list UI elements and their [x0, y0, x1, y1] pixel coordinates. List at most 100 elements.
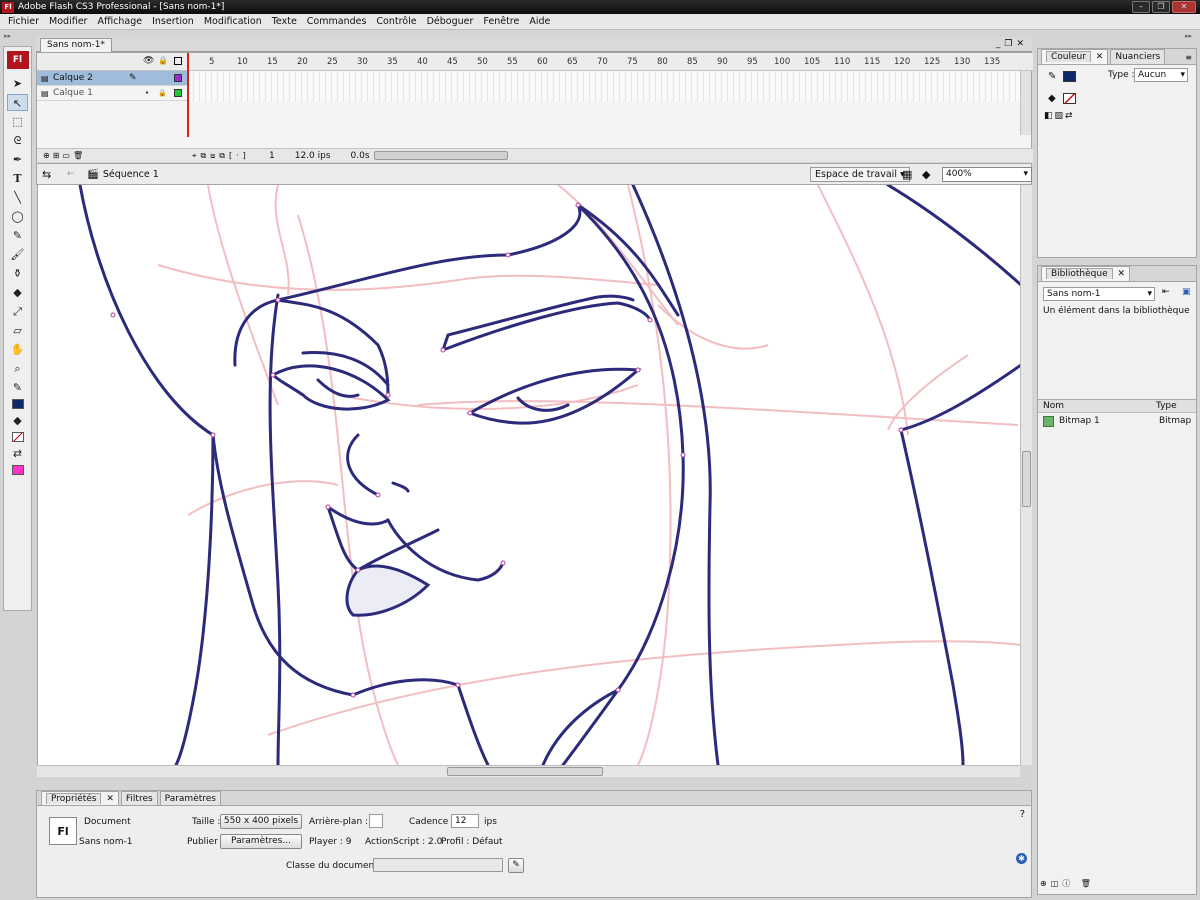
eraser-tool-icon[interactable]: ▱ [7, 322, 28, 339]
paint-bucket-tool-icon[interactable]: ◆ [7, 284, 28, 301]
scene-name[interactable]: Séquence 1 [103, 169, 159, 180]
lock-icon[interactable]: 🔒 [158, 89, 167, 97]
menu-texte[interactable]: Texte [267, 16, 302, 27]
onion-skin-icons[interactable]: ⌖⧉⧈⧉[·] [192, 151, 250, 161]
breadcrumb[interactable]: 🎬 Séquence 1 [87, 169, 159, 180]
text-tool-icon[interactable]: T [7, 170, 28, 187]
new-library-panel-icon[interactable]: ▣ [1182, 287, 1191, 297]
layer-buttons-icons[interactable]: ⊕⊞▭🗑 [43, 151, 86, 160]
stroke-color-swatch[interactable] [1063, 71, 1076, 82]
menu-insertion[interactable]: Insertion [147, 16, 199, 27]
menu-fichier[interactable]: Fichier [3, 16, 44, 27]
menu-modification[interactable]: Modification [199, 16, 267, 27]
playhead[interactable] [187, 53, 189, 137]
document-tab[interactable]: Sans nom-1* [40, 38, 112, 52]
menu-affichage[interactable]: Affichage [92, 16, 147, 27]
maximize-button[interactable]: ❐ [1152, 1, 1170, 13]
column-type[interactable]: Type [1156, 401, 1177, 411]
pen-tool-icon[interactable]: ✒ [7, 151, 28, 168]
eye-icon[interactable]: 👁 [143, 56, 154, 66]
stroke-color-pencil-icon[interactable]: ✎ [7, 379, 28, 396]
library-footer-icons[interactable]: ⊕◫ⓘ 🗑 [1040, 878, 1194, 892]
tab-proprietes[interactable]: Propriétés ✕ [41, 791, 119, 805]
frame-grid[interactable] [187, 71, 1021, 102]
timeline-vertical-scrollbar[interactable] [1020, 71, 1031, 135]
edit-symbols-icon[interactable]: ▦ [902, 168, 912, 181]
lasso-tool-icon[interactable]: ᘓ [7, 132, 28, 149]
column-nom[interactable]: Nom [1043, 401, 1064, 411]
fill-color-swatch[interactable] [1063, 93, 1076, 104]
pencil-tool-icon[interactable]: ✎ [7, 227, 28, 244]
panel-grip-icon[interactable]: ▸▸ [1185, 32, 1192, 40]
layer-color-outline[interactable] [174, 74, 182, 82]
edit-scene-icon[interactable]: ◆ [922, 168, 930, 181]
timeline-toggle-icon[interactable]: ⇆ [42, 168, 51, 181]
free-transform-tool-icon[interactable]: ⬚ [7, 113, 28, 130]
accessibility-icon[interactable]: ✱ [1016, 853, 1027, 864]
publish-settings-button[interactable]: Paramètres... [220, 834, 302, 849]
scroll-thumb[interactable] [447, 767, 603, 776]
lock-icon[interactable]: 🔒 [158, 56, 168, 65]
timeline-horizontal-scrollbar[interactable] [374, 151, 508, 160]
zoom-select[interactable]: 400% ▾ [942, 167, 1032, 182]
edit-class-pencil-icon[interactable]: ✎ [508, 858, 524, 873]
menu-aide[interactable]: Aide [524, 16, 555, 27]
outline-icon[interactable] [174, 57, 182, 65]
stage-canvas[interactable] [37, 185, 1020, 765]
menu-modifier[interactable]: Modifier [44, 16, 92, 27]
selection-tool-icon[interactable]: ➤ [7, 75, 28, 92]
drawing-artwork[interactable] [38, 185, 1020, 765]
menu-commandes[interactable]: Commandes [302, 16, 372, 27]
hand-tool-icon[interactable]: ✋ [7, 341, 28, 358]
tab-parametres[interactable]: Paramètres [159, 791, 221, 805]
layer-name[interactable]: Calque 1 [53, 88, 93, 98]
stage-vertical-scrollbar[interactable] [1020, 185, 1032, 765]
brush-tool-icon[interactable]: 🖌 [7, 246, 28, 263]
minimize-button[interactable]: – [1132, 1, 1150, 13]
tab-couleur[interactable]: Couleur ✕ [1041, 49, 1109, 64]
tab-bibliotheque[interactable]: Bibliothèque ✕ [1041, 266, 1131, 281]
close-button[interactable]: ✕ [1172, 1, 1196, 13]
no-color-swatch[interactable] [11, 465, 24, 475]
workspace-dropdown[interactable]: Espace de travail ▾ [810, 166, 910, 182]
scroll-thumb[interactable] [1022, 451, 1031, 507]
fill-type-select[interactable]: Aucun ▾ [1134, 68, 1188, 82]
frame-rate-field[interactable]: 12 [451, 814, 479, 828]
tab-filtres[interactable]: Filtres [120, 791, 158, 805]
stroke-pencil-icon: ✎ [1048, 71, 1057, 82]
panel-grip-icon[interactable]: ▸▸ [4, 32, 11, 40]
layer-row-calque-2[interactable]: ▤ Calque 2 ✎ [37, 71, 187, 86]
pin-library-icon[interactable]: ⇤ [1162, 287, 1170, 297]
document-window-controls[interactable]: _❐✕ [996, 39, 1028, 49]
library-document-select[interactable]: Sans nom-1 ▾ [1043, 287, 1155, 301]
oval-tool-icon[interactable]: ◯ [7, 208, 28, 225]
stroke-color-swatch[interactable] [11, 399, 24, 409]
document-class-field[interactable] [373, 858, 503, 872]
stage-horizontal-scrollbar[interactable] [37, 765, 1020, 777]
frame-ruler[interactable]: 5 10 15 20 25 30 35 40 45 50 55 60 65 70… [187, 55, 1017, 69]
menu-fenetre[interactable]: Fenêtre [478, 16, 524, 27]
panel-menu-icon[interactable]: ≡ [1185, 53, 1192, 62]
eyedropper-tool-icon[interactable]: ⤢ [7, 303, 28, 320]
layer-name[interactable]: Calque 2 [53, 73, 93, 83]
subselection-tool-icon[interactable]: ↖ [7, 94, 28, 111]
fill-bucket-icon[interactable]: ◆ [7, 412, 28, 429]
back-arrow-icon[interactable]: ← [67, 169, 75, 179]
zoom-tool-icon[interactable]: ⌕ [7, 360, 28, 377]
tab-nuanciers[interactable]: Nuanciers [1110, 49, 1166, 64]
color-option-icons[interactable]: ◧▨⇄ [1044, 111, 1075, 121]
swap-colors-icon[interactable]: ⇄ [7, 445, 28, 462]
help-icon[interactable]: ? [1020, 809, 1025, 820]
size-button[interactable]: 550 x 400 pixels [220, 814, 302, 829]
menu-deboguer[interactable]: Déboguer [422, 16, 479, 27]
visibility-dot-icon[interactable]: • [145, 89, 149, 97]
menu-controle[interactable]: Contrôle [371, 16, 421, 27]
ink-bottle-tool-icon[interactable]: ⚱ [7, 265, 28, 282]
ink-lines [78, 185, 1020, 765]
background-color-swatch[interactable] [369, 814, 383, 828]
library-item[interactable]: Bitmap 1 Bitmap [1041, 416, 1191, 430]
line-tool-icon[interactable]: ╲ [7, 189, 28, 206]
layer-row-calque-1[interactable]: ▤ Calque 1 • 🔒 [37, 86, 187, 101]
layer-color-outline[interactable] [174, 89, 182, 97]
fill-color-swatch[interactable] [11, 432, 24, 442]
